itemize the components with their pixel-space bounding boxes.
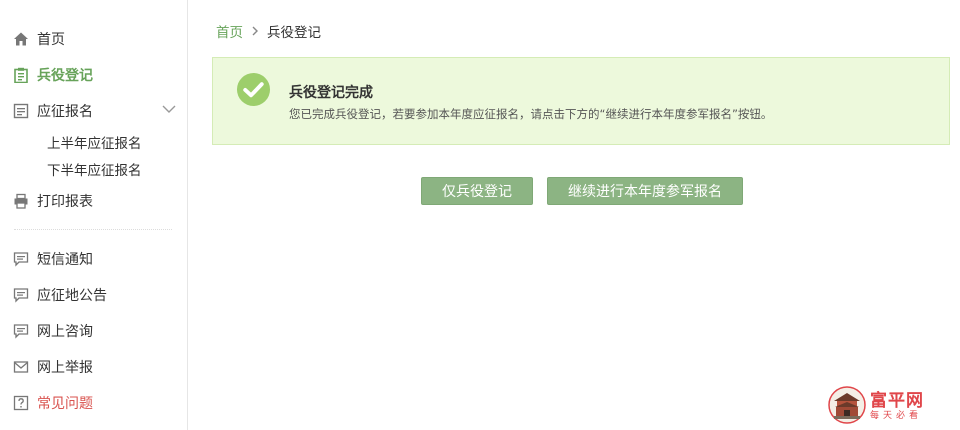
sidebar-item-home[interactable]: 首页 [13, 28, 65, 50]
sidebar-item-military-registration[interactable]: 兵役登记 [13, 64, 93, 86]
breadcrumb-current: 兵役登记 [267, 25, 321, 41]
alert-title: 兵役登记完成 [289, 85, 373, 101]
watermark-slogan: 每天必看 [870, 411, 923, 421]
sidebar-item-local-announcement[interactable]: 应征地公告 [13, 284, 107, 306]
sidebar-item-label: 打印报表 [37, 194, 93, 210]
check-circle-icon [236, 72, 271, 107]
question-icon [13, 395, 29, 411]
success-alert: 兵役登记完成 您已完成兵役登记，若要参加本年度应征报名，请点击下方的“继续进行本… [212, 57, 950, 145]
gate-tower-emblem [828, 386, 866, 424]
message-icon [13, 324, 29, 339]
sidebar-subitem-first-half[interactable]: 上半年应征报名 [47, 132, 142, 152]
sidebar-item-online-consult[interactable]: 网上咨询 [13, 320, 93, 342]
home-icon [14, 32, 28, 46]
form-icon [13, 103, 29, 119]
alert-message: 您已完成兵役登记，若要参加本年度应征报名，请点击下方的“继续进行本年度参军报名”… [289, 107, 773, 121]
sidebar-item-faq[interactable]: 常见问题 [13, 392, 93, 414]
sidebar-item-label: 应征地公告 [37, 288, 107, 304]
clipboard-icon [14, 67, 28, 83]
sidebar-item-online-report[interactable]: 网上举报 [13, 356, 93, 378]
sidebar-item-label: 首页 [37, 32, 65, 48]
breadcrumb-home-link[interactable]: 首页 [216, 21, 243, 41]
sidebar-item-label: 短信通知 [37, 252, 93, 268]
mail-icon [13, 361, 29, 373]
breadcrumb: 首页 兵役登记 [216, 21, 321, 41]
sidebar: 首页 兵役登记 应征报名 上半年应征报名 下半年应征报名 打印报表 短信通知 应… [0, 0, 188, 430]
sidebar-item-sms-notice[interactable]: 短信通知 [13, 248, 93, 270]
continue-enlistment-button[interactable]: 继续进行本年度参军报名 [547, 177, 743, 205]
sidebar-item-print-report[interactable]: 打印报表 [13, 190, 93, 212]
printer-icon [14, 193, 28, 209]
sidebar-item-label: 网上咨询 [37, 324, 93, 340]
message-icon [13, 288, 29, 303]
sidebar-item-label: 兵役登记 [37, 68, 93, 84]
sidebar-item-label: 网上举报 [37, 360, 93, 376]
watermark-logo: 富平网 每天必看 [828, 386, 940, 426]
chevron-right-icon [252, 26, 258, 36]
sidebar-item-label: 应征报名 [37, 104, 93, 120]
message-icon [13, 252, 29, 267]
register-only-button[interactable]: 仅兵役登记 [421, 177, 533, 205]
sidebar-item-label: 常见问题 [37, 396, 93, 412]
sidebar-divider [14, 229, 172, 230]
sidebar-subitem-second-half[interactable]: 下半年应征报名 [47, 159, 142, 179]
chevron-down-icon[interactable] [162, 104, 176, 114]
sidebar-item-enlistment-signup[interactable]: 应征报名 [13, 100, 93, 122]
